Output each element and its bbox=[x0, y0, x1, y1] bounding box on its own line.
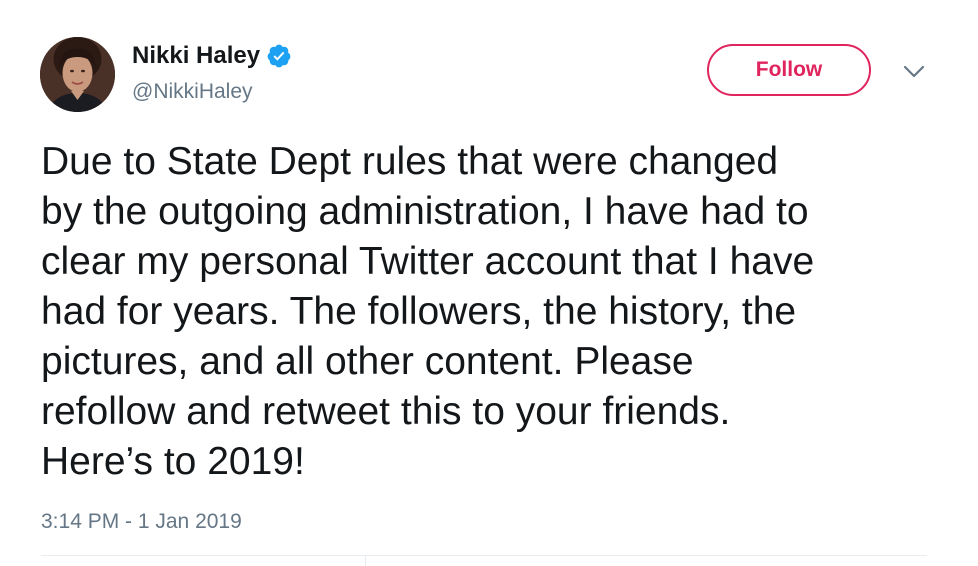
tweet-text: Due to State Dept rules that were change… bbox=[41, 137, 941, 487]
tweet-timestamp[interactable]: 3:14 PM - 1 Jan 2019 bbox=[41, 509, 242, 535]
author-handle[interactable]: @NikkiHaley bbox=[132, 79, 253, 105]
tweet-card: Nikki Haley @NikkiHaley Follow Due to St… bbox=[0, 0, 978, 566]
verified-badge-icon bbox=[266, 43, 292, 69]
avatar-image bbox=[40, 37, 115, 112]
chevron-down-icon[interactable] bbox=[903, 64, 925, 80]
divider bbox=[365, 556, 366, 566]
author-display-name[interactable]: Nikki Haley bbox=[132, 41, 260, 71]
tweet-text-line: had for years. The followers, the histor… bbox=[41, 290, 797, 333]
divider bbox=[41, 555, 927, 556]
tweet-text-line: refollow and retweet this to your friend… bbox=[41, 390, 731, 433]
author-name-row: Nikki Haley bbox=[132, 40, 292, 72]
tweet-text-line: pictures, and all other content. Please bbox=[41, 340, 694, 383]
tweet-text-line: Here’s to 2019! bbox=[41, 440, 305, 483]
tweet-text-line: by the outgoing administration, I have h… bbox=[41, 190, 809, 233]
avatar[interactable] bbox=[40, 37, 115, 112]
tweet-text-line: clear my personal Twitter account that I… bbox=[41, 240, 815, 283]
tweet-text-line: Due to State Dept rules that were change… bbox=[41, 140, 779, 183]
follow-button[interactable]: Follow bbox=[707, 44, 871, 96]
